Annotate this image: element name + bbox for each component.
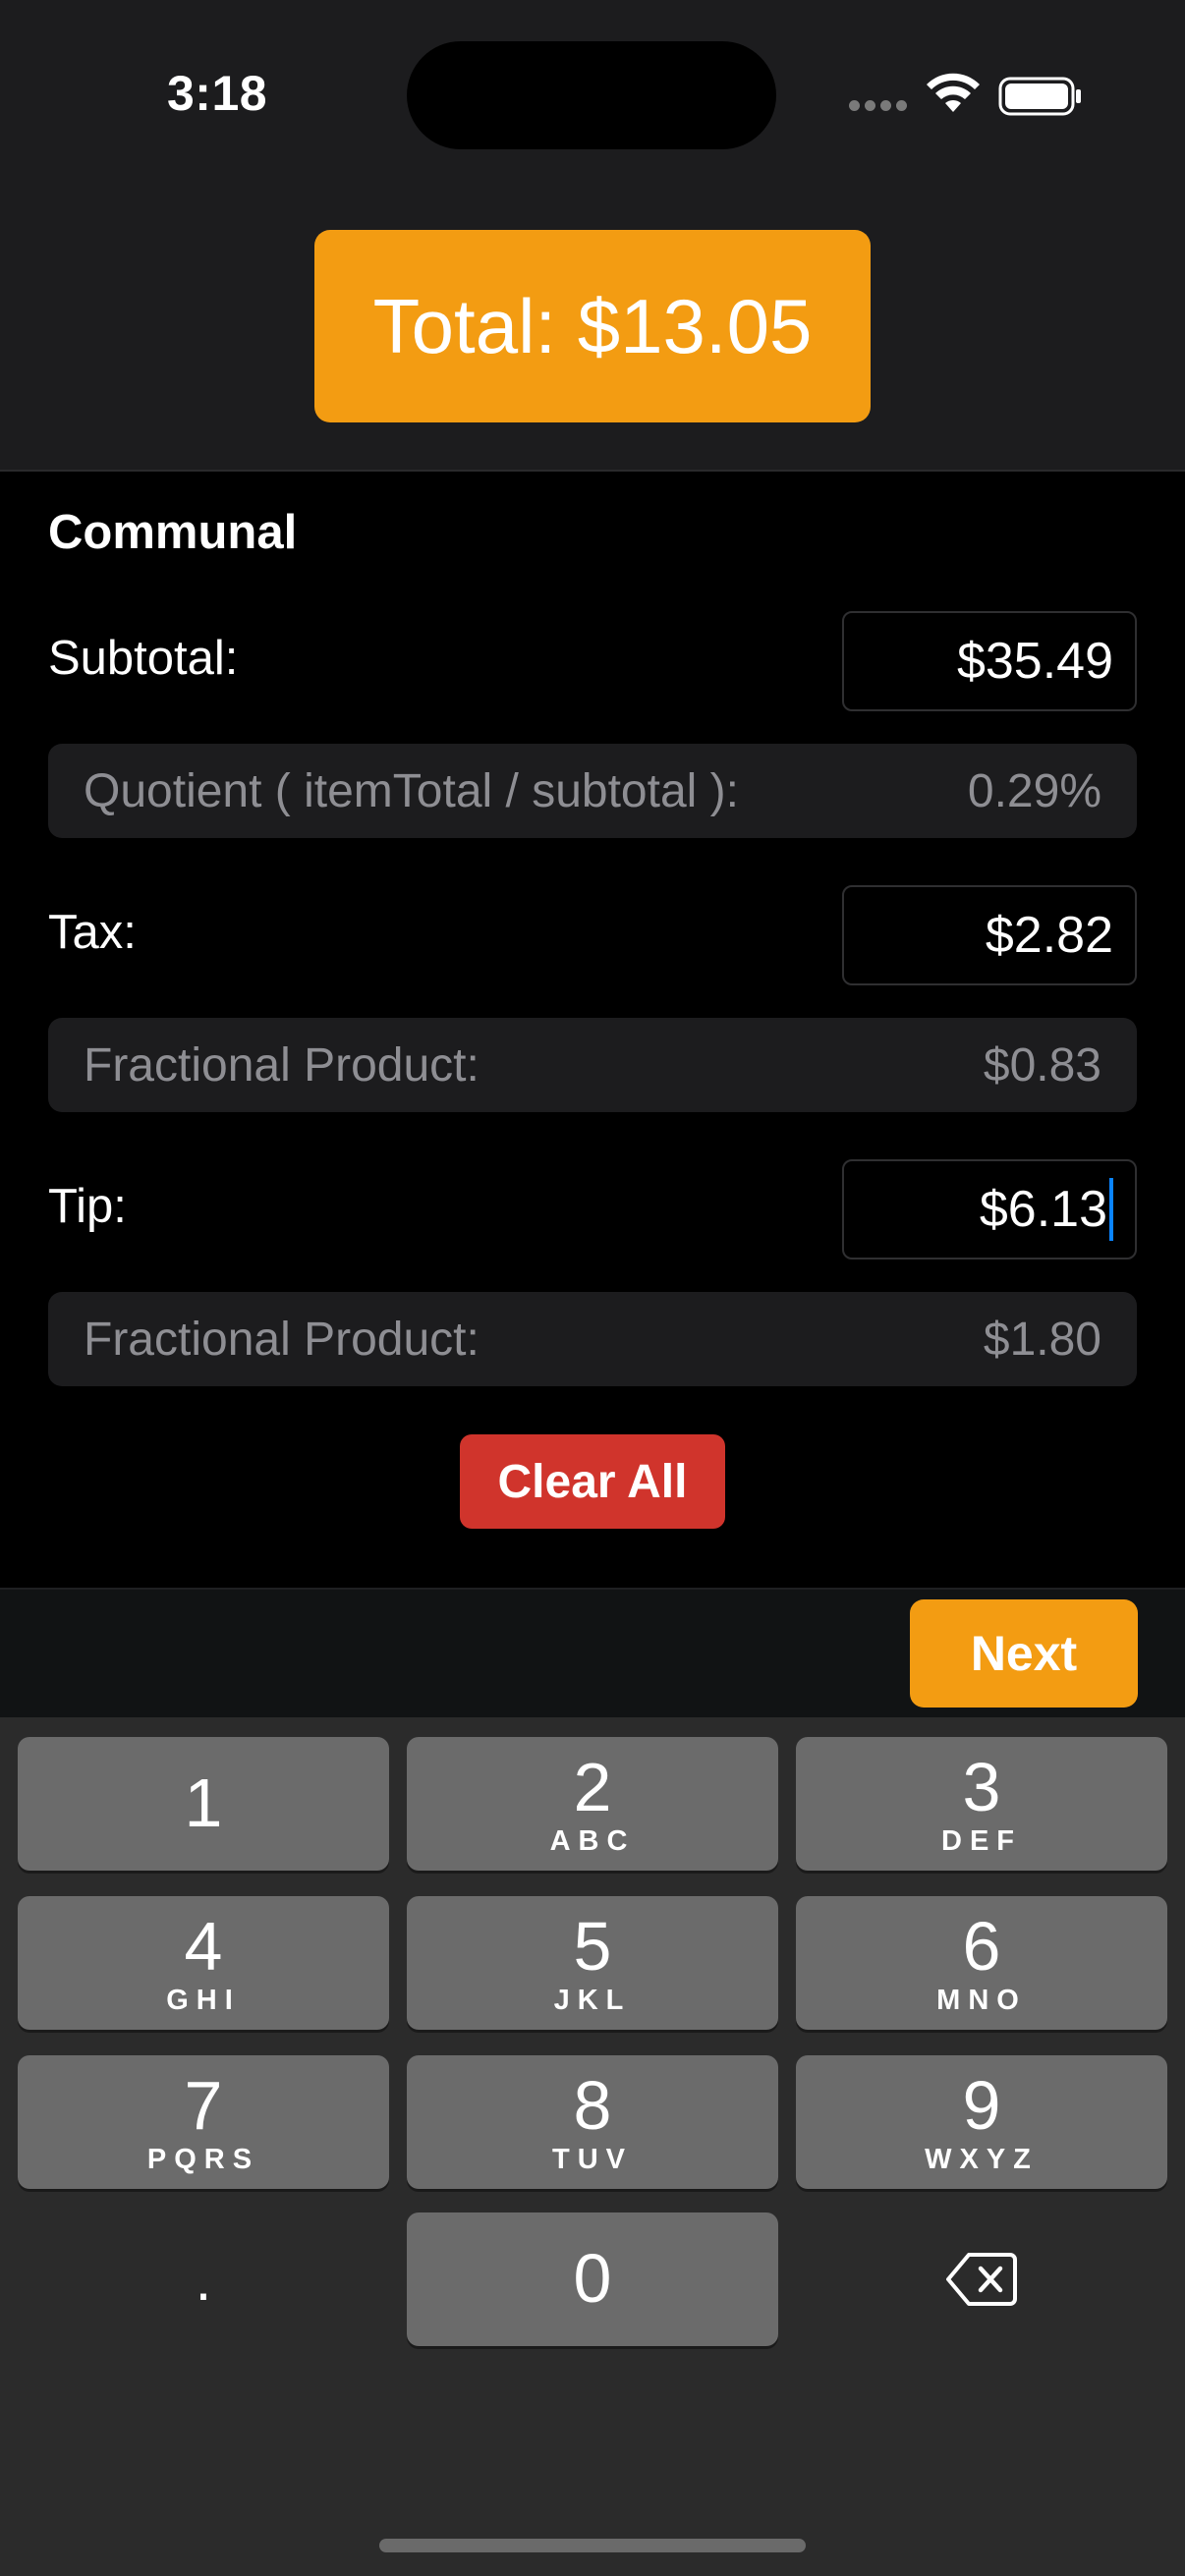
- home-indicator[interactable]: [379, 2539, 806, 2552]
- cellular-signal-icon: [849, 100, 907, 111]
- dynamic-island: [407, 41, 776, 149]
- section-title: Communal: [48, 506, 298, 559]
- key-digit: 7: [184, 2067, 223, 2144]
- tax-product-value: $0.83: [983, 1038, 1101, 1092]
- key-letters: TUV: [552, 2144, 633, 2175]
- key-7[interactable]: 7 PQRS: [18, 2055, 389, 2189]
- key-8[interactable]: 8 TUV: [407, 2055, 778, 2189]
- key-4[interactable]: 4 GHI: [18, 1896, 389, 2030]
- header-area: 3:18 Total: $13.05: [0, 0, 1185, 472]
- key-letters: DEF: [941, 1825, 1022, 1857]
- next-button[interactable]: Next: [910, 1599, 1138, 1708]
- tip-product-label: Fractional Product:: [84, 1313, 480, 1366]
- key-digit: 6: [962, 1908, 1001, 1985]
- decimal-label: .: [195, 2246, 212, 2313]
- text-cursor: [1109, 1178, 1113, 1241]
- key-decimal[interactable]: .: [18, 2212, 389, 2346]
- key-letters: PQRS: [146, 2144, 260, 2175]
- key-digit: 9: [962, 2067, 1001, 2144]
- key-digit: 4: [184, 1908, 223, 1985]
- key-digit: 1: [184, 1764, 223, 1841]
- key-digit: 5: [573, 1908, 612, 1985]
- key-delete[interactable]: [796, 2212, 1167, 2346]
- tip-label: Tip:: [48, 1180, 127, 1233]
- quotient-value: 0.29%: [967, 764, 1101, 817]
- tip-product-row: Fractional Product: $1.80: [48, 1292, 1137, 1386]
- clear-all-button[interactable]: Clear All: [460, 1434, 725, 1529]
- key-digit: 3: [962, 1749, 1001, 1825]
- key-letters: ABC: [549, 1825, 636, 1857]
- key-letters: JKL: [553, 1985, 632, 2016]
- key-letters: GHI: [166, 1985, 241, 2016]
- key-digit: 0: [573, 2240, 612, 2317]
- key-5[interactable]: 5 JKL: [407, 1896, 778, 2030]
- tax-label: Tax:: [48, 906, 137, 959]
- key-9[interactable]: 9 WXYZ: [796, 2055, 1167, 2189]
- key-2[interactable]: 2 ABC: [407, 1737, 778, 1871]
- key-letters: MNO: [936, 1985, 1027, 2016]
- tip-value: $6.13: [979, 1181, 1107, 1238]
- tax-value: $2.82: [985, 907, 1113, 964]
- tax-product-label: Fractional Product:: [84, 1038, 480, 1092]
- status-time: 3:18: [167, 66, 268, 121]
- key-digit: 8: [573, 2067, 612, 2144]
- tax-field[interactable]: $2.82: [842, 885, 1137, 985]
- key-letters: WXYZ: [925, 2144, 1039, 2175]
- battery-icon: [998, 77, 1081, 116]
- key-6[interactable]: 6 MNO: [796, 1896, 1167, 2030]
- key-3[interactable]: 3 DEF: [796, 1737, 1167, 1871]
- numeric-keyboard: 1 2 ABC 3 DEF 4 GHI 5 JKL 6 MNO 7 PQRS 8…: [0, 1717, 1185, 2576]
- key-digit: 2: [573, 1749, 612, 1825]
- tip-product-value: $1.80: [983, 1313, 1101, 1366]
- tax-product-row: Fractional Product: $0.83: [48, 1018, 1137, 1112]
- app-screen: 3:18 Total: $13.05 Communal Subtotal: $3…: [0, 0, 1185, 2576]
- subtotal-label: Subtotal:: [48, 632, 239, 685]
- key-0[interactable]: 0: [407, 2212, 778, 2346]
- wifi-icon: [927, 73, 980, 112]
- quotient-row: Quotient ( itemTotal / subtotal ): 0.29%: [48, 744, 1137, 838]
- backspace-icon: [946, 2253, 1017, 2306]
- subtotal-field[interactable]: $35.49: [842, 611, 1137, 711]
- total-button[interactable]: Total: $13.05: [314, 230, 871, 422]
- quotient-label: Quotient ( itemTotal / subtotal ):: [84, 764, 739, 817]
- subtotal-value: $35.49: [956, 633, 1113, 690]
- tip-field[interactable]: $6.13: [842, 1159, 1137, 1260]
- key-1[interactable]: 1: [18, 1737, 389, 1871]
